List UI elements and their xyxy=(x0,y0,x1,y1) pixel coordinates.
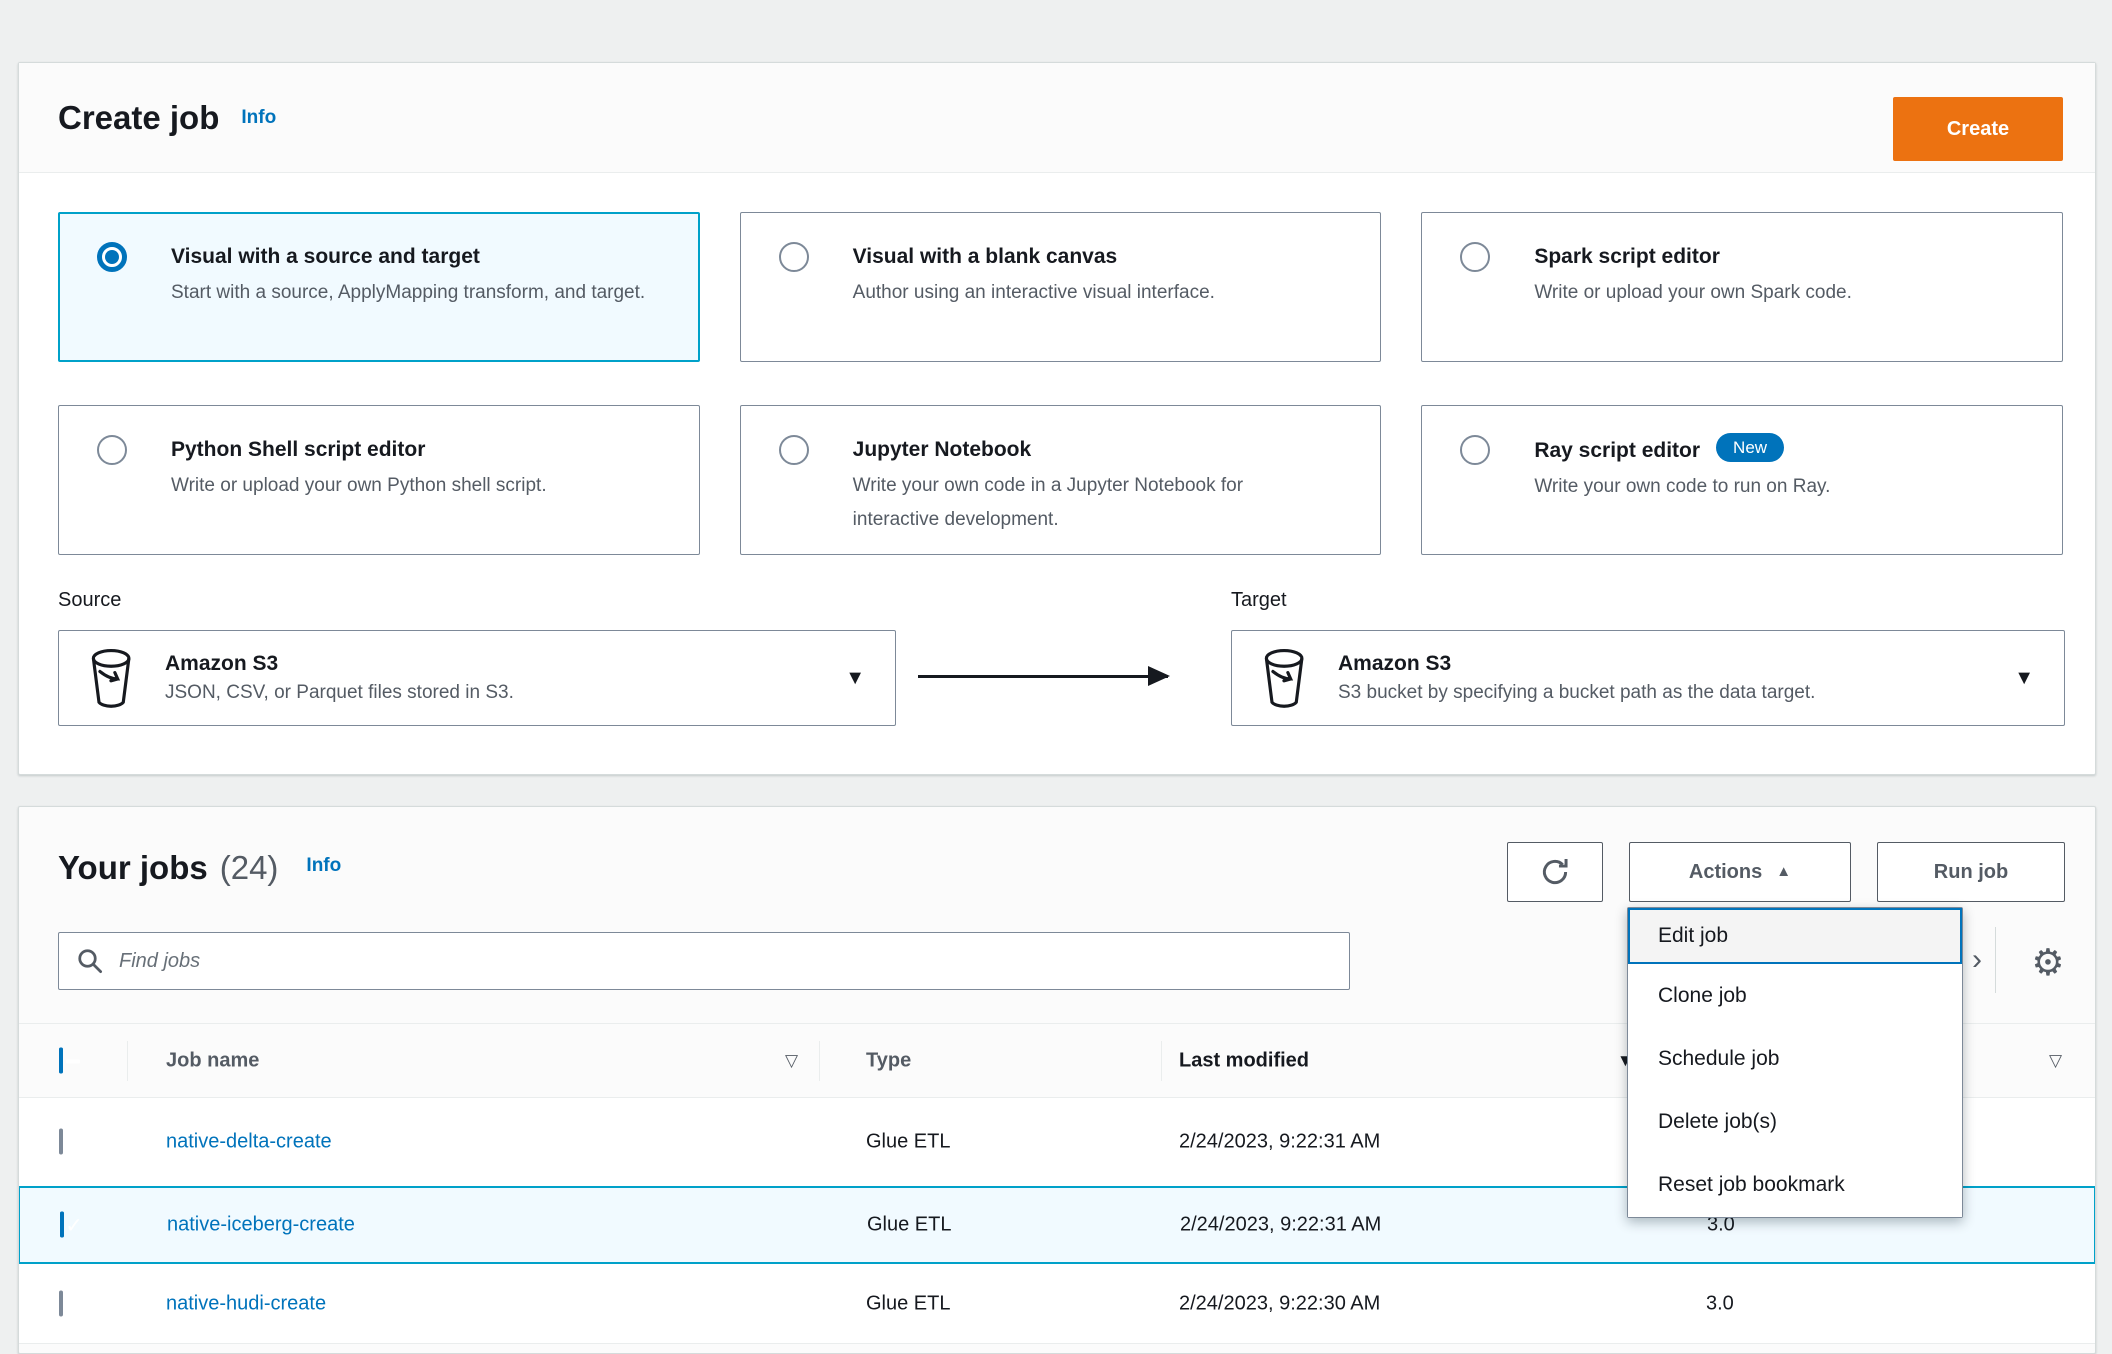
create-job-body: Visual with a source and target Start wi… xyxy=(19,173,2095,767)
run-job-button[interactable]: Run job xyxy=(1877,842,2065,902)
option-title: Ray script editor xyxy=(1534,439,1701,462)
job-type: Glue ETL xyxy=(867,1213,952,1236)
job-name-link[interactable]: native-delta-create xyxy=(166,1131,332,1154)
job-type: Glue ETL xyxy=(866,1292,951,1314)
column-divider xyxy=(127,1041,128,1081)
new-badge: New xyxy=(1716,433,1785,462)
option-title: Spark script editor xyxy=(1534,245,1720,268)
option-python-shell-editor[interactable]: Python Shell script editor Write or uplo… xyxy=(58,405,700,555)
toolbar-divider xyxy=(1995,927,1996,993)
option-visual-source-target[interactable]: Visual with a source and target Start wi… xyxy=(58,212,700,362)
job-name-link[interactable]: native-iceberg-create xyxy=(167,1214,355,1237)
search-icon xyxy=(78,949,102,973)
target-select[interactable]: Amazon S3 S3 bucket by specifying a buck… xyxy=(1231,630,2065,726)
create-job-panel: Create job Info Create Visual with a sou… xyxy=(18,62,2096,775)
refresh-icon xyxy=(1542,858,1568,885)
job-type-options: Visual with a source and target Start wi… xyxy=(58,212,2063,555)
jobs-info-link[interactable]: Info xyxy=(306,855,341,877)
select-all-checkbox[interactable] xyxy=(59,1047,63,1073)
row-checkbox[interactable] xyxy=(59,1290,63,1316)
s3-bucket-icon xyxy=(1264,648,1304,708)
radio-icon[interactable] xyxy=(97,435,127,465)
source-label: Source xyxy=(58,589,122,611)
job-last-modified: 2/24/2023, 9:22:30 AM xyxy=(1179,1292,1381,1314)
chevron-up-icon: ▲ xyxy=(1776,862,1792,880)
source-description: JSON, CSV, or Parquet files stored in S3… xyxy=(165,682,514,703)
target-label: Target xyxy=(1231,589,1287,611)
job-last-modified: 2/24/2023, 9:22:31 AM xyxy=(1180,1213,1382,1236)
gear-icon[interactable]: ⚙ xyxy=(2021,935,2075,989)
jobs-title: Your jobs xyxy=(58,849,208,886)
sort-none-icon[interactable]: ▽ xyxy=(785,1051,798,1071)
option-description: Author using an interactive visual inter… xyxy=(852,282,1215,303)
your-jobs-header: Your jobs (24) Info Actions ▲ Run job › xyxy=(19,807,2095,1218)
menu-item-schedule-job[interactable]: Schedule job xyxy=(1628,1027,1962,1090)
row-checkbox-checked[interactable] xyxy=(60,1211,64,1238)
sort-none-icon[interactable]: ▽ xyxy=(2049,1051,2062,1071)
job-last-modified: 2/24/2023, 9:22:31 AM xyxy=(1179,1130,1381,1153)
job-type: Glue ETL xyxy=(866,1130,951,1153)
refresh-button[interactable] xyxy=(1507,842,1603,902)
table-row[interactable]: native-hudi-create Glue ETL 2/24/2023, 9… xyxy=(19,1264,2095,1344)
target-title: Amazon S3 xyxy=(1338,652,1452,675)
create-job-info-link[interactable]: Info xyxy=(241,107,276,129)
run-job-button-label: Run job xyxy=(1933,860,2009,883)
source-block: Source Amazon S3 JSON, CSV, or Parquet f… xyxy=(58,587,896,726)
option-title: Jupyter Notebook xyxy=(852,438,1032,461)
target-description: S3 bucket by specifying a bucket path as… xyxy=(1338,682,1816,703)
column-divider xyxy=(1161,1041,1162,1081)
column-header-type[interactable]: Type xyxy=(866,1049,911,1072)
create-button[interactable]: Create xyxy=(1893,97,2063,161)
chevron-down-icon[interactable]: ▼ xyxy=(2014,667,2034,690)
job-glue-version: 3.0 xyxy=(1706,1292,1734,1314)
s3-bucket-icon xyxy=(91,648,131,708)
option-title: Visual with a blank canvas xyxy=(852,245,1118,268)
option-title: Visual with a source and target xyxy=(171,245,480,268)
source-title: Amazon S3 xyxy=(165,652,279,675)
menu-item-edit-job[interactable]: Edit job xyxy=(1628,908,1962,964)
job-name-link[interactable]: native-hudi-create xyxy=(166,1292,326,1315)
option-description: Start with a source, ApplyMapping transf… xyxy=(171,282,646,303)
menu-item-delete-jobs[interactable]: Delete job(s) xyxy=(1628,1090,1962,1153)
column-header-job-name[interactable]: Job name xyxy=(166,1049,259,1072)
actions-button[interactable]: Actions ▲ xyxy=(1629,842,1851,902)
option-visual-blank-canvas[interactable]: Visual with a blank canvas Author using … xyxy=(739,212,1382,362)
source-target-row: Source Amazon S3 JSON, CSV, or Parquet f… xyxy=(58,587,2065,767)
column-divider xyxy=(819,1041,820,1081)
option-description: Write your own code to run on Ray. xyxy=(1534,476,1831,497)
actions-menu: Edit job Clone job Schedule job Delete j… xyxy=(1627,907,1963,1218)
option-title: Python Shell script editor xyxy=(171,438,426,461)
radio-icon[interactable] xyxy=(1460,435,1491,465)
menu-item-reset-job-bookmark[interactable]: Reset job bookmark xyxy=(1628,1153,1962,1217)
menu-item-clone-job[interactable]: Clone job xyxy=(1628,964,1962,1027)
source-target-arrow xyxy=(918,666,1170,686)
row-checkbox[interactable] xyxy=(59,1128,63,1155)
find-jobs-search[interactable] xyxy=(58,932,1350,990)
create-job-header: Create job Info Create xyxy=(19,63,2095,173)
radio-icon[interactable] xyxy=(778,435,809,465)
option-jupyter-notebook[interactable]: Jupyter Notebook Write your own code in … xyxy=(739,405,1382,555)
column-header-last-modified[interactable]: Last modified xyxy=(1179,1049,1309,1072)
jobs-count: (24) xyxy=(219,849,279,886)
actions-button-label: Actions xyxy=(1688,860,1763,883)
radio-icon[interactable] xyxy=(1460,242,1491,272)
radio-icon[interactable] xyxy=(778,242,809,272)
option-spark-script-editor[interactable]: Spark script editor Write or upload your… xyxy=(1421,212,2063,362)
source-select[interactable]: Amazon S3 JSON, CSV, or Parquet files st… xyxy=(58,630,896,726)
radio-selected-icon[interactable] xyxy=(97,242,127,272)
pagination-next-icon[interactable]: › xyxy=(1959,943,1995,977)
option-ray-script-editor[interactable]: Ray script editor New Write your own code… xyxy=(1421,405,2063,555)
search-input[interactable] xyxy=(119,949,1333,973)
option-description: Write or upload your own Python shell sc… xyxy=(171,475,547,496)
chevron-down-icon[interactable]: ▼ xyxy=(845,667,865,690)
target-block: Target Amazon S3 S3 bucket by specifying… xyxy=(1231,587,2065,726)
your-jobs-panel: Your jobs (24) Info Actions ▲ Run job › xyxy=(18,806,2096,1354)
page-title: Create job xyxy=(58,98,220,136)
option-description: Write your own code in a Jupyter Noteboo… xyxy=(852,475,1244,530)
option-description: Write or upload your own Spark code. xyxy=(1534,282,1852,303)
